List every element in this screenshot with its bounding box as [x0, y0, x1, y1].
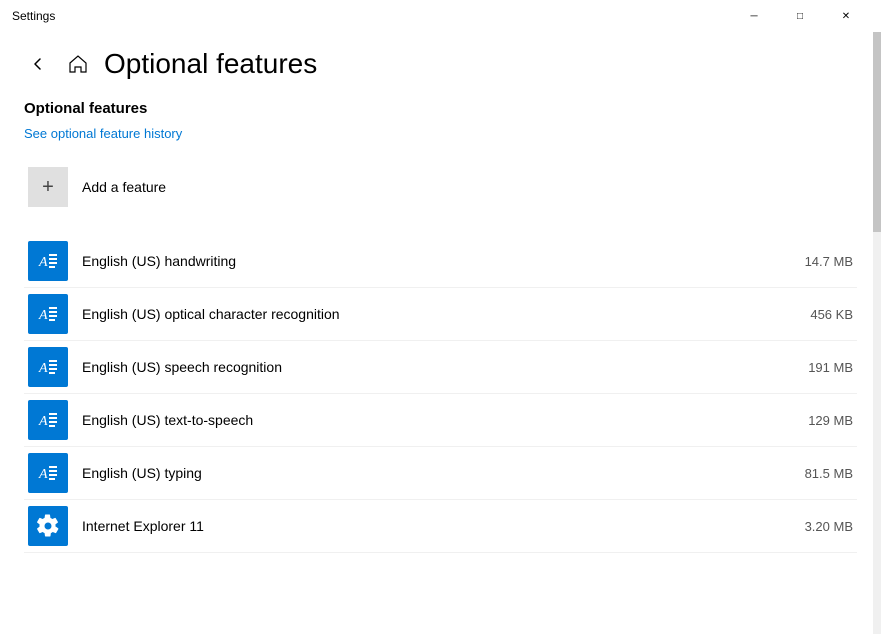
- feature-item[interactable]: A English (US) optical character recogni…: [24, 288, 857, 341]
- feature-name: English (US) typing: [82, 465, 769, 481]
- feature-item[interactable]: A English (US) speech recognition 191 MB: [24, 341, 857, 394]
- add-feature-button[interactable]: + Add a feature: [24, 159, 857, 215]
- gear-feature-icon: [28, 506, 68, 546]
- title-bar-left: Settings: [12, 9, 55, 23]
- feature-name: English (US) text-to-speech: [82, 412, 769, 428]
- text-feature-icon: A: [28, 453, 68, 493]
- page-title: Optional features: [104, 48, 317, 80]
- title-bar: Settings ─ □ ✕: [0, 0, 881, 32]
- text-feature-icon: A: [28, 347, 68, 387]
- feature-name: English (US) handwriting: [82, 253, 769, 269]
- svg-text:A: A: [38, 361, 48, 376]
- svg-text:A: A: [38, 255, 48, 270]
- feature-item[interactable]: A English (US) handwriting 14.7 MB: [24, 235, 857, 288]
- svg-text:A: A: [38, 414, 48, 429]
- back-button[interactable]: [24, 50, 52, 78]
- minimize-button[interactable]: ─: [731, 0, 777, 32]
- title-bar-controls: ─ □ ✕: [731, 0, 869, 32]
- feature-item[interactable]: A English (US) typing 81.5 MB: [24, 447, 857, 500]
- feature-size: 14.7 MB: [783, 254, 853, 269]
- text-feature-icon: A: [28, 294, 68, 334]
- scrollbar-thumb[interactable]: [873, 32, 881, 232]
- svg-text:A: A: [38, 308, 48, 323]
- title-bar-title: Settings: [12, 9, 55, 23]
- feature-name: Internet Explorer 11: [82, 518, 769, 534]
- feature-name: English (US) optical character recogniti…: [82, 306, 769, 322]
- feature-size: 129 MB: [783, 413, 853, 428]
- feature-item[interactable]: A English (US) text-to-speech 129 MB: [24, 394, 857, 447]
- maximize-button[interactable]: □: [777, 0, 823, 32]
- feature-size: 3.20 MB: [783, 519, 853, 534]
- feature-list: A English (US) handwriting 14.7 MB A Engl…: [24, 235, 857, 553]
- main-content: Optional features Optional features See …: [0, 32, 881, 634]
- feature-size: 456 KB: [783, 307, 853, 322]
- scrollbar-track[interactable]: [873, 32, 881, 634]
- add-feature-label: Add a feature: [82, 179, 166, 195]
- text-feature-icon: A: [28, 400, 68, 440]
- text-feature-icon: A: [28, 241, 68, 281]
- feature-size: 81.5 MB: [783, 466, 853, 481]
- section-title: Optional features: [24, 100, 857, 117]
- plus-icon: +: [42, 176, 54, 199]
- close-button[interactable]: ✕: [823, 0, 869, 32]
- feature-name: English (US) speech recognition: [82, 359, 769, 375]
- feature-size: 191 MB: [783, 360, 853, 375]
- back-arrow-icon: [32, 58, 44, 70]
- feature-item[interactable]: Internet Explorer 11 3.20 MB: [24, 500, 857, 553]
- svg-text:A: A: [38, 467, 48, 482]
- home-icon: [68, 54, 88, 74]
- content-area: Optional features Optional features See …: [0, 32, 881, 634]
- history-link[interactable]: See optional feature history: [24, 126, 182, 141]
- add-icon-box: +: [28, 167, 68, 207]
- header-row: Optional features: [24, 48, 857, 80]
